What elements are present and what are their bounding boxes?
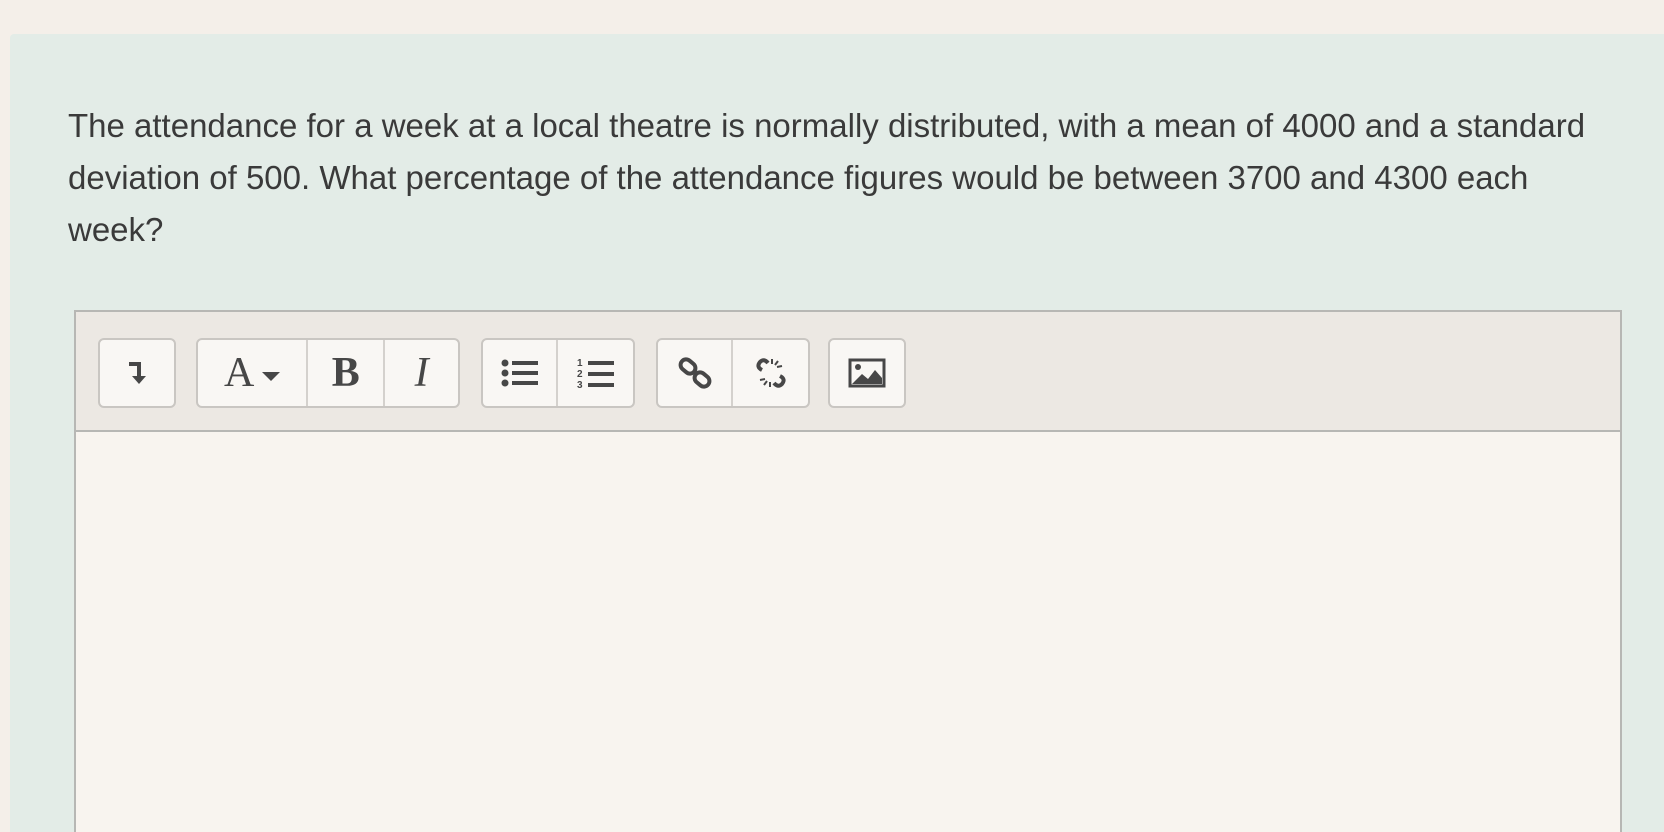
toolbar-group-media (828, 338, 906, 408)
bold-button[interactable]: B (308, 340, 386, 406)
italic-button[interactable]: I (385, 340, 458, 406)
link-icon (677, 355, 713, 391)
bold-icon: B (331, 350, 360, 396)
ordered-list-icon: 1 2 3 (576, 356, 616, 390)
link-button[interactable] (658, 340, 734, 406)
italic-icon: I (414, 350, 429, 396)
image-icon (848, 358, 886, 388)
editor-toolbar: A B I 1 2 3 (76, 312, 1620, 432)
editor-content-area[interactable] (76, 432, 1620, 832)
question-panel: The attendance for a week at a local the… (10, 34, 1664, 832)
unlink-button[interactable] (733, 340, 808, 406)
toolbar-group-text-format: A B I (196, 338, 460, 408)
font-style-icon: A (223, 350, 255, 396)
expand-toolbar-button[interactable] (100, 340, 174, 406)
page: The attendance for a week at a local the… (0, 0, 1664, 832)
expand-toolbar-icon (126, 360, 148, 386)
insert-image-button[interactable] (830, 340, 904, 406)
toolbar-group-lists: 1 2 3 (481, 338, 635, 408)
rich-text-editor: A B I 1 2 3 (74, 310, 1622, 832)
svg-text:1: 1 (577, 358, 583, 369)
svg-text:2: 2 (577, 369, 583, 380)
unlink-icon (752, 355, 790, 391)
question-text: The attendance for a week at a local the… (68, 107, 1586, 248)
unordered-list-icon (500, 357, 540, 389)
ordered-list-button[interactable]: 1 2 3 (558, 340, 633, 406)
svg-text:3: 3 (577, 380, 583, 390)
toolbar-group-links (656, 338, 810, 408)
toolbar-group-toggle (98, 338, 176, 408)
font-style-button[interactable]: A (198, 340, 309, 406)
unordered-list-button[interactable] (483, 340, 559, 406)
chevron-down-icon (262, 371, 281, 381)
